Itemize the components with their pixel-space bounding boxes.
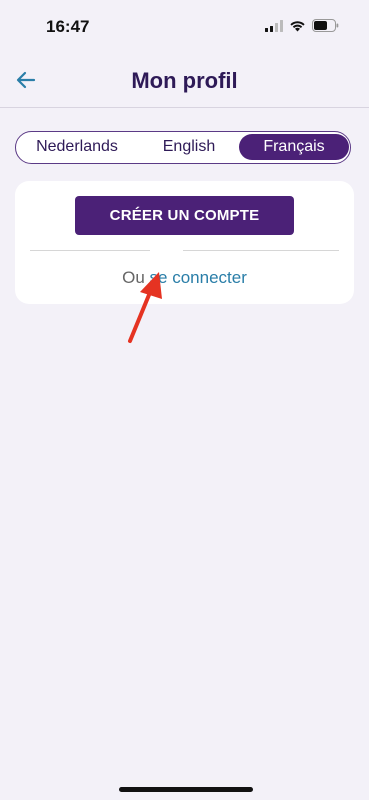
- status-time: 16:47: [46, 17, 90, 36]
- status-icons: [265, 19, 339, 37]
- login-line: Ou se connecter: [15, 268, 354, 288]
- page-title: Mon profil: [131, 68, 238, 93]
- divider-left: [30, 250, 150, 251]
- annotation-arrow-icon: [122, 268, 172, 348]
- language-switch: Nederlands English Français: [15, 131, 351, 164]
- language-option-english[interactable]: English: [137, 134, 241, 160]
- cellular-signal-icon: [265, 19, 283, 37]
- language-option-francais[interactable]: Français: [239, 134, 349, 160]
- header-bar: Mon profil: [0, 50, 369, 108]
- divider-right: [183, 250, 339, 251]
- battery-icon: [312, 19, 339, 37]
- home-indicator: [119, 787, 253, 792]
- status-bar: 16:47: [0, 0, 369, 50]
- wifi-icon: [289, 19, 306, 37]
- language-option-nederlands[interactable]: Nederlands: [19, 134, 135, 160]
- account-card: CRÉER UN COMPTE Ou se connecter: [15, 181, 354, 304]
- create-account-button[interactable]: CRÉER UN COMPTE: [75, 196, 294, 235]
